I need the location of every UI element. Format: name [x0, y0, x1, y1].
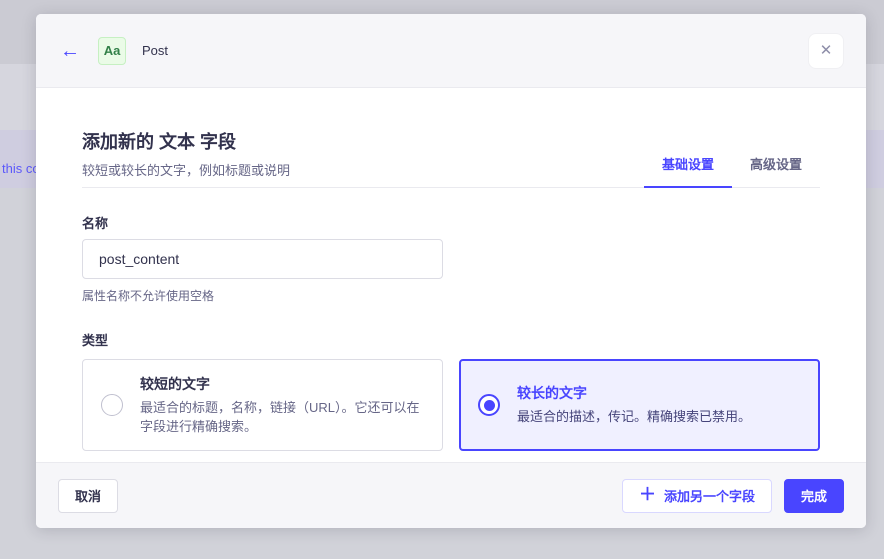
- option-description: 最适合的标题，名称，链接（URL）。它还可以在字段进行精确搜索。: [140, 399, 420, 434]
- option-short-text[interactable]: 较短的文字 最适合的标题，名称，链接（URL）。它还可以在字段进行精确搜索。: [82, 359, 443, 451]
- finish-button[interactable]: 完成: [783, 478, 844, 513]
- settings-tabs: 基础设置 高级设置: [643, 141, 820, 188]
- plus-icon: ＋: [638, 485, 656, 504]
- add-field-modal: ← Aa Post ✕ 添加新的 文本 字段 较短或较长的文字，例如标题或说明 …: [36, 14, 866, 528]
- name-field-group: 名称 属性名称不允许使用空格: [82, 213, 820, 304]
- option-long-text-texts: 较长的文字 最适合的描述，传记。精确搜索已禁用。: [517, 383, 751, 427]
- modal-header: ← Aa Post ✕: [36, 14, 866, 88]
- text-field-type-icon-label: Aa: [103, 43, 121, 58]
- type-label: 类型: [82, 333, 109, 348]
- modal-title: 添加新的 文本 字段: [82, 132, 237, 152]
- name-input[interactable]: [82, 239, 443, 279]
- title-and-tabs-row: 添加新的 文本 字段 较短或较长的文字，例如标题或说明 基础设置 高级设置: [82, 128, 820, 188]
- modal-body: 添加新的 文本 字段 较短或较长的文字，例如标题或说明 基础设置 高级设置 名称…: [36, 88, 866, 462]
- option-short-text-texts: 较短的文字 最适合的标题，名称，链接（URL）。它还可以在字段进行精确搜索。: [140, 374, 424, 437]
- screen: this co ← Aa Post ✕ 添加新的 文本 字段 较短或较长的文字，…: [0, 0, 884, 559]
- text-field-type-icon: Aa: [98, 36, 126, 65]
- footer-actions: ＋ 添加另一个字段 完成: [621, 478, 844, 513]
- modal-title-block: 添加新的 文本 字段 较短或较长的文字，例如标题或说明: [82, 128, 290, 187]
- option-title: 较短的文字: [140, 375, 210, 392]
- modal-subtitle: 较短或较长的文字，例如标题或说明: [82, 163, 291, 178]
- option-title: 较长的文字: [517, 385, 587, 402]
- close-button[interactable]: ✕: [808, 32, 844, 69]
- background-link-text: this co: [2, 161, 40, 176]
- radio-dot: [483, 399, 495, 411]
- add-another-field-button[interactable]: ＋ 添加另一个字段: [621, 478, 772, 513]
- option-long-text[interactable]: 较长的文字 最适合的描述，传记。精确搜索已禁用。: [459, 359, 820, 451]
- tab-basic-settings[interactable]: 基础设置: [643, 141, 732, 188]
- add-another-field-label: 添加另一个字段: [663, 489, 755, 504]
- type-option-grid: 较短的文字 最适合的标题，名称，链接（URL）。它还可以在字段进行精确搜索。 较…: [82, 359, 820, 451]
- name-hint: 属性名称不允许使用空格: [82, 289, 215, 303]
- close-icon: ✕: [819, 42, 833, 59]
- radio-unchecked-icon[interactable]: [101, 394, 123, 416]
- modal-footer: 取消 ＋ 添加另一个字段 完成: [36, 462, 866, 528]
- type-field-group: 类型 较短的文字 最适合的标题，名称，链接（URL）。它还可以在字段进行精确搜索…: [82, 330, 820, 451]
- tab-advanced-settings[interactable]: 高级设置: [732, 141, 820, 188]
- name-label: 名称: [82, 216, 109, 231]
- content-type-name: Post: [142, 43, 169, 58]
- back-arrow-icon: ←: [60, 39, 80, 62]
- cancel-button[interactable]: 取消: [58, 478, 119, 513]
- option-description: 最适合的描述，传记。精确搜索已禁用。: [517, 409, 752, 425]
- back-button[interactable]: ←: [58, 39, 82, 63]
- radio-checked-icon[interactable]: [478, 394, 500, 416]
